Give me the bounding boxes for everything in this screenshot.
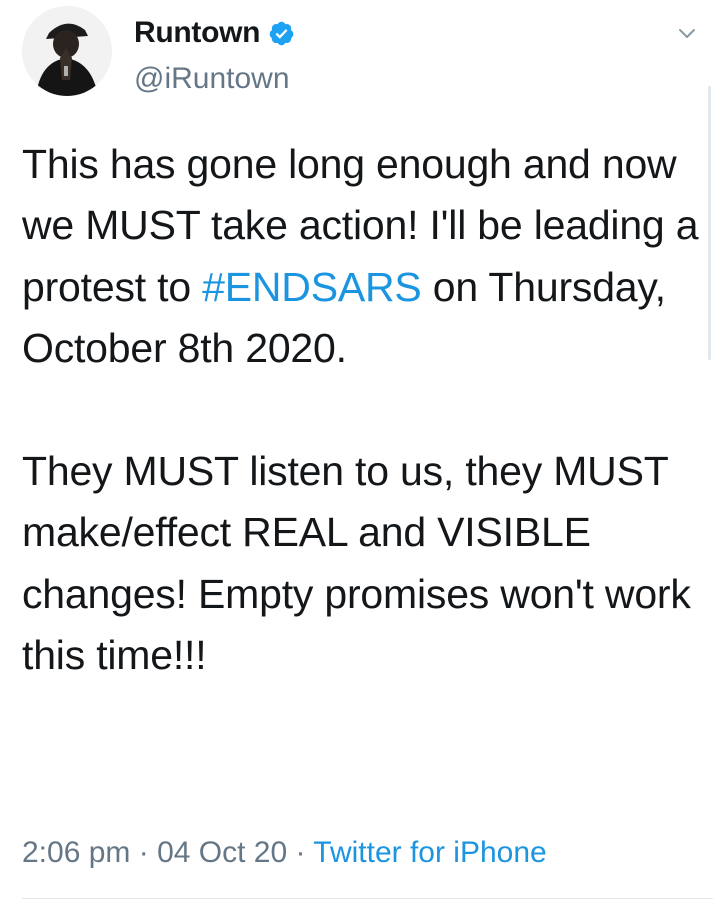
tweet-text: This has gone long enough and now we MUS… — [22, 134, 706, 687]
display-name[interactable]: Runtown — [134, 16, 261, 50]
meta-separator-2: · — [287, 836, 314, 869]
divider — [22, 898, 713, 899]
tweet-text-part2: on Thursday, October 8th 2020. They MUST… — [22, 263, 691, 679]
meta-separator: · — [130, 836, 158, 869]
tweet-source-link[interactable]: Twitter for iPhone — [313, 836, 546, 869]
tweet-date[interactable]: 04 Oct 20 — [157, 836, 287, 869]
author-name-row[interactable]: Runtown — [134, 16, 295, 50]
hashtag-link[interactable]: #ENDSARS — [202, 264, 422, 310]
tweet-meta: 2:06 pm · 04 Oct 20 · Twitter for iPhone — [22, 836, 547, 870]
verified-badge-icon — [268, 20, 295, 47]
avatar-photo-icon — [22, 6, 112, 96]
tweet-time[interactable]: 2:06 pm — [22, 836, 130, 869]
chevron-down-icon[interactable] — [676, 22, 698, 44]
author-handle[interactable]: @iRuntown — [134, 62, 290, 96]
tweet-card: Runtown @iRuntown This has gone long eno… — [0, 0, 713, 904]
avatar[interactable] — [22, 6, 112, 96]
